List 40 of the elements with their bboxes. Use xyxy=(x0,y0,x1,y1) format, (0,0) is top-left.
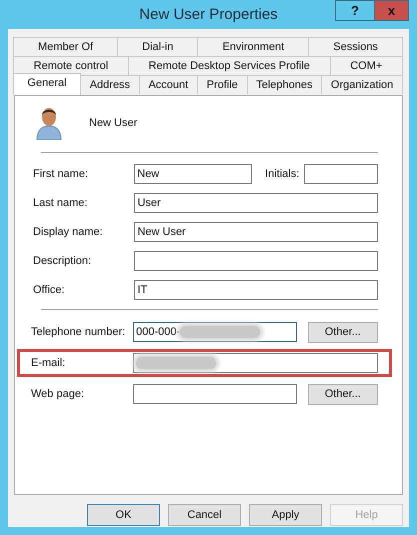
field-label: First name: xyxy=(33,168,90,180)
tab[interactable]: Sessions xyxy=(308,37,403,56)
help-button[interactable]: ? xyxy=(335,0,375,21)
text-field[interactable]: IT xyxy=(134,280,378,300)
field-value: User xyxy=(137,197,161,209)
text-field[interactable]: User xyxy=(134,193,378,213)
dialog-button[interactable]: OK xyxy=(87,504,160,526)
text-field[interactable]: New User xyxy=(134,222,378,242)
field-value: 000-000- xyxy=(136,326,180,338)
field-label: Initials: xyxy=(265,168,300,180)
tab[interactable]: COM+ xyxy=(330,56,403,75)
field-label: E-mail: xyxy=(31,357,66,369)
field-label: Telephone number: xyxy=(31,326,126,338)
field-label: Display name: xyxy=(33,226,104,238)
text-field[interactable] xyxy=(134,251,378,271)
close-button[interactable]: x xyxy=(375,0,409,21)
tab[interactable]: General xyxy=(13,73,81,95)
field-value: New xyxy=(137,168,160,180)
dialog-button[interactable]: Apply xyxy=(249,504,322,526)
field-value: New User xyxy=(137,226,186,238)
window-title: New User Properties xyxy=(139,6,278,23)
user-icon xyxy=(35,106,63,140)
text-field[interactable] xyxy=(133,384,297,404)
field-label: Last name: xyxy=(33,197,88,209)
field-label: Office: xyxy=(33,284,66,296)
text-field[interactable] xyxy=(133,353,378,373)
text-field[interactable] xyxy=(304,164,378,184)
user-name: New User xyxy=(89,117,138,129)
dialog-button: Help xyxy=(330,504,403,526)
field-value: IT xyxy=(137,284,148,296)
tab[interactable]: Member Of xyxy=(13,37,118,56)
text-field[interactable]: New xyxy=(134,164,252,184)
other-button[interactable]: Other... xyxy=(308,384,378,404)
other-button[interactable]: Other... xyxy=(308,322,378,342)
dialog-button[interactable]: Cancel xyxy=(168,504,241,526)
tab[interactable]: Organization xyxy=(321,75,403,94)
field-label: Description: xyxy=(33,255,92,267)
field-label: Web page: xyxy=(31,388,86,400)
tab[interactable]: Remote control xyxy=(13,56,129,75)
text-field[interactable]: 000-000- xyxy=(133,322,297,342)
